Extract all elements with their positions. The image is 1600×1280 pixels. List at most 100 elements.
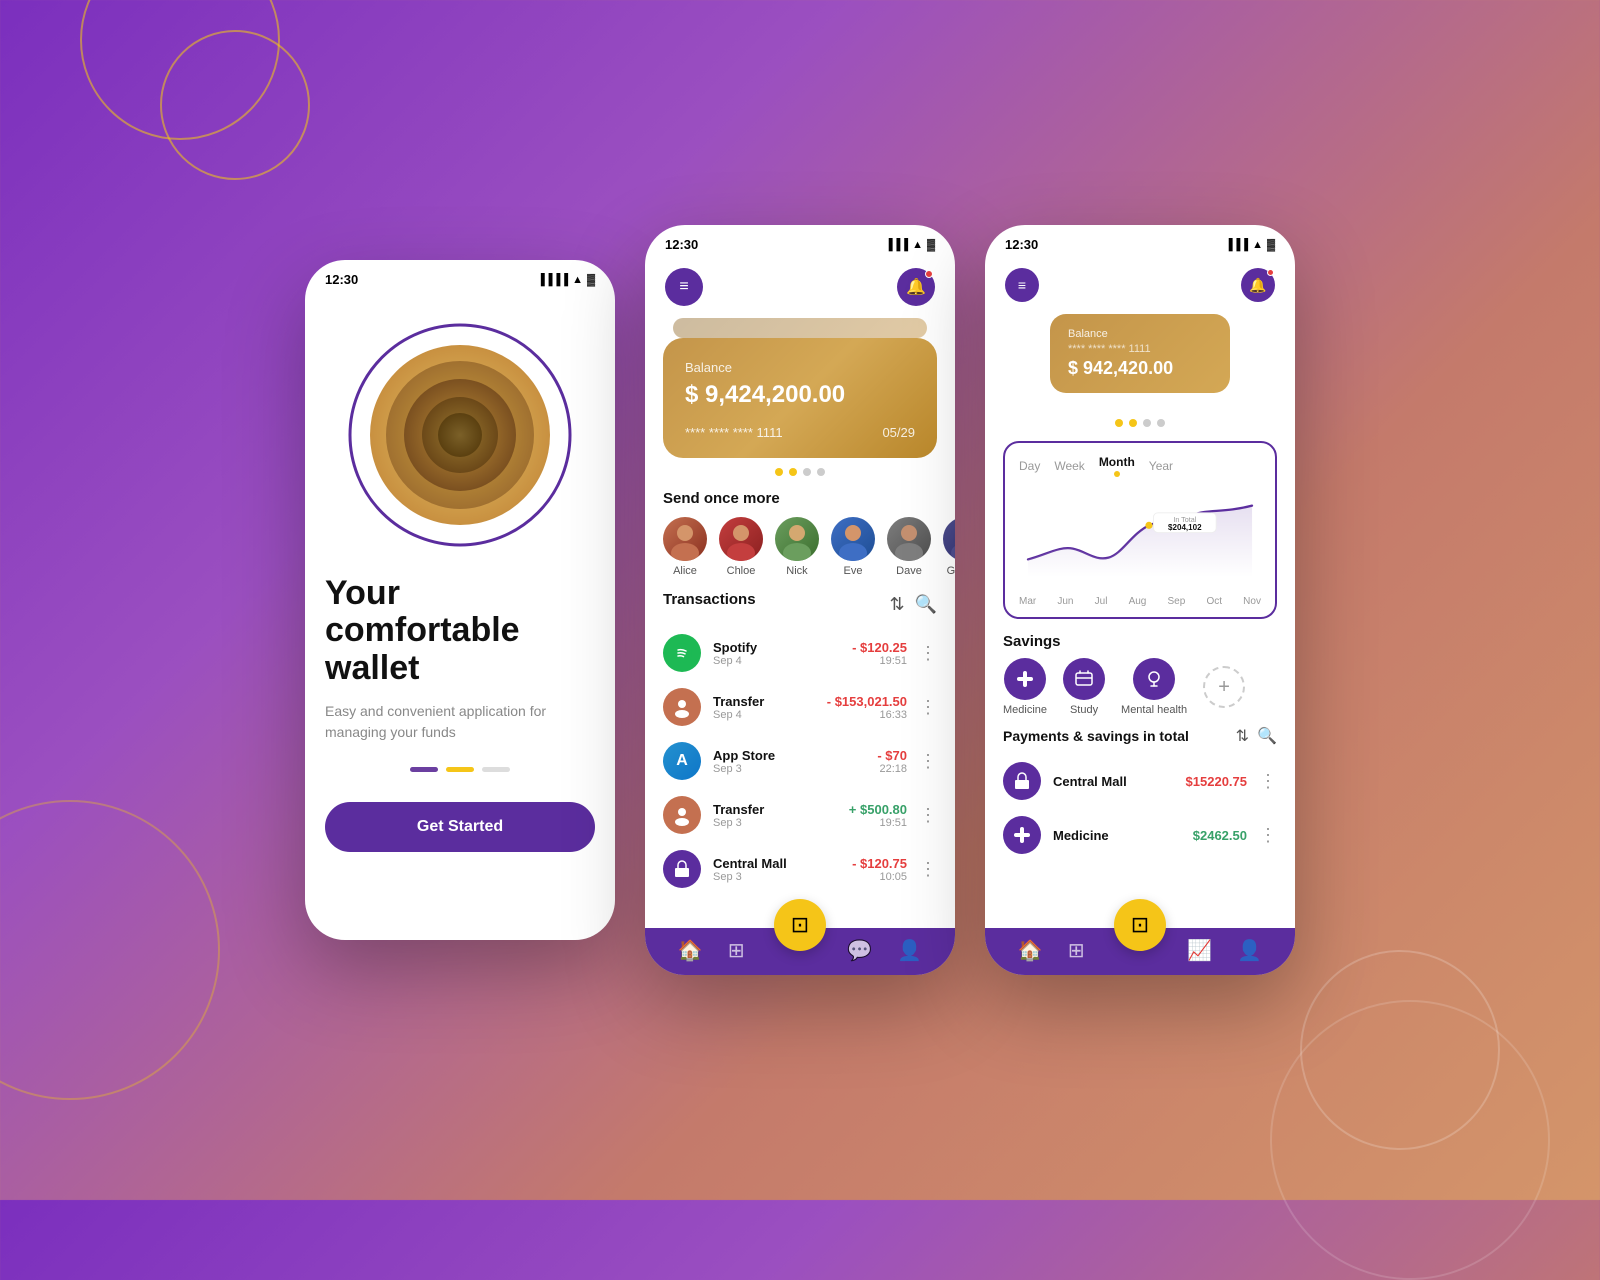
signal-icon-3: ▐▐▐ <box>1225 239 1248 251</box>
add-saving-button[interactable]: + <box>1203 666 1245 708</box>
notification-badge <box>925 270 933 278</box>
signal-icons-1: ▐▐▐▐ ▲ ▓ <box>537 274 595 286</box>
chart-tab-year[interactable]: Year <box>1149 459 1173 473</box>
grid-nav-3[interactable]: ⊞ <box>1068 938 1085 963</box>
card-footer: **** **** **** 1111 05/29 <box>685 425 915 440</box>
get-started-button[interactable]: Get Started <box>325 802 595 852</box>
transfer1-more[interactable]: ⋮ <box>919 697 937 718</box>
balance-card-back <box>673 318 927 338</box>
search-icon[interactable]: 🔍 <box>915 594 937 615</box>
month-sep: Sep <box>1168 596 1186 607</box>
chart-nav-3[interactable]: 📈 <box>1187 938 1212 963</box>
transactions-header: Transactions ⇅ 🔍 <box>645 591 955 618</box>
signal-icons-3: ▐▐▐ ▲ ▓ <box>1225 239 1275 251</box>
chart-tab-week[interactable]: Week <box>1054 459 1084 473</box>
card-expiry: 05/29 <box>882 425 915 440</box>
mental-health-icon-circle <box>1133 658 1175 700</box>
transfer2-amount: + $500.80 <box>849 802 907 817</box>
indicator-4 <box>817 468 825 476</box>
home-nav[interactable]: 🏠 <box>678 938 703 963</box>
send-section-title: Send once more <box>645 490 955 507</box>
contact-name-nick: Nick <box>786 565 807 577</box>
appstore-info: App Store Sep 3 <box>713 748 865 775</box>
spotify-name: Spotify <box>713 640 840 655</box>
sort-icon[interactable]: ⇅ <box>889 594 904 615</box>
transfer1-logo <box>663 688 701 726</box>
balance-card-sm-wrapper: Balance **** **** **** 1111 $ 942,420.00 <box>985 314 1295 409</box>
grid-nav[interactable]: ⊞ <box>728 938 745 963</box>
chart-tab-month[interactable]: Month <box>1099 455 1135 477</box>
card-number: **** **** **** 1111 <box>685 425 783 440</box>
mental-health-label: Mental health <box>1121 704 1187 716</box>
chart-tab-day[interactable]: Day <box>1019 459 1040 473</box>
spotify-date: Sep 4 <box>713 655 840 667</box>
notification-button-3[interactable]: 🔔 <box>1241 268 1275 302</box>
appstore-more[interactable]: ⋮ <box>919 751 937 772</box>
savings-title: Savings <box>1003 633 1277 650</box>
notification-button[interactable]: 🔔 <box>897 268 935 306</box>
menu-button-3[interactable]: ≡ <box>1005 268 1039 302</box>
balance-label: Balance <box>685 360 915 375</box>
deco-circle-1 <box>80 0 280 140</box>
medicine-more-3[interactable]: ⋮ <box>1259 825 1277 846</box>
payment-central-mall: Central Mall $15220.75 ⋮ <box>985 754 1295 808</box>
spending-chart: Day Week Month Year In Total $204,102 <box>1003 441 1277 619</box>
battery-icon: ▓ <box>587 274 595 286</box>
appstore-amount: - $70 <box>877 748 907 763</box>
contact-name-george: George <box>947 565 955 577</box>
central-mall-name: Central Mall <box>713 856 840 871</box>
contact-name-eve: Eve <box>844 565 863 577</box>
central-mall-amount-col: - $120.75 10:05 <box>852 856 907 883</box>
saving-mental-health[interactable]: Mental health <box>1121 658 1187 716</box>
dot-2 <box>446 767 474 772</box>
spotify-logo <box>663 634 701 672</box>
transfer2-more[interactable]: ⋮ <box>919 805 937 826</box>
contact-chloe[interactable]: Chloe <box>719 517 763 577</box>
spotify-more[interactable]: ⋮ <box>919 643 937 664</box>
appstore-date: Sep 3 <box>713 763 865 775</box>
payments-sort-icon[interactable]: ⇅ <box>1236 726 1249 746</box>
central-mall-logo <box>663 850 701 888</box>
transfer2-info: Transfer Sep 3 <box>713 802 837 829</box>
menu-button[interactable]: ≡ <box>665 268 703 306</box>
profile-nav[interactable]: 👤 <box>897 938 922 963</box>
phone-1: 12:30 ▐▐▐▐ ▲ ▓ <box>305 260 615 940</box>
central-mall-more-3[interactable]: ⋮ <box>1259 771 1277 792</box>
contact-alice[interactable]: Alice <box>663 517 707 577</box>
phone1-title: Your comfortable wallet <box>325 575 595 687</box>
central-mall-more[interactable]: ⋮ <box>919 859 937 880</box>
profile-nav-3[interactable]: 👤 <box>1237 938 1262 963</box>
chat-nav[interactable]: 💬 <box>847 938 872 963</box>
signal-icons-2: ▐▐▐ ▲ ▓ <box>885 239 935 251</box>
contact-dave[interactable]: Dave <box>887 517 931 577</box>
payment-medicine: Medicine $2462.50 ⋮ <box>985 808 1295 862</box>
transfer2-date: Sep 3 <box>713 817 837 829</box>
contact-george[interactable]: George <box>943 517 955 577</box>
payments-search-icon[interactable]: 🔍 <box>1257 726 1277 746</box>
home-nav-3[interactable]: 🏠 <box>1018 938 1043 963</box>
saving-medicine[interactable]: Medicine <box>1003 658 1047 716</box>
transaction-central-mall: Central Mall Sep 3 - $120.75 10:05 ⋮ <box>645 842 955 896</box>
month-nov: Nov <box>1243 596 1261 607</box>
contact-nick[interactable]: Nick <box>775 517 819 577</box>
saving-study[interactable]: Study <box>1063 658 1105 716</box>
central-mall-amount: - $120.75 <box>852 856 907 871</box>
month-jun: Jun <box>1057 596 1073 607</box>
transfer2-name: Transfer <box>713 802 837 817</box>
wifi-icon-3: ▲ <box>1252 239 1263 251</box>
spotify-time: 19:51 <box>852 655 907 667</box>
phone-2: 12:30 ▐▐▐ ▲ ▓ ≡ 🔔 Balance $ 9,424,200.00… <box>645 225 955 975</box>
scan-button-3[interactable]: ⊡ <box>1114 899 1166 951</box>
contact-name-chloe: Chloe <box>727 565 756 577</box>
central-mall-logo-3 <box>1003 762 1041 800</box>
central-mall-amount-3: $15220.75 <box>1186 774 1247 789</box>
scan-button[interactable]: ⊡ <box>774 899 826 951</box>
battery-icon-2: ▓ <box>927 239 935 251</box>
medicine-info-3: Medicine <box>1053 828 1181 843</box>
time-1: 12:30 <box>325 272 358 287</box>
contact-eve[interactable]: Eve <box>831 517 875 577</box>
phone1-subtitle: Easy and convenient application for mana… <box>325 701 595 743</box>
central-mall-name-3: Central Mall <box>1053 774 1174 789</box>
central-mall-date: Sep 3 <box>713 871 840 883</box>
spiral-logo <box>340 315 580 555</box>
